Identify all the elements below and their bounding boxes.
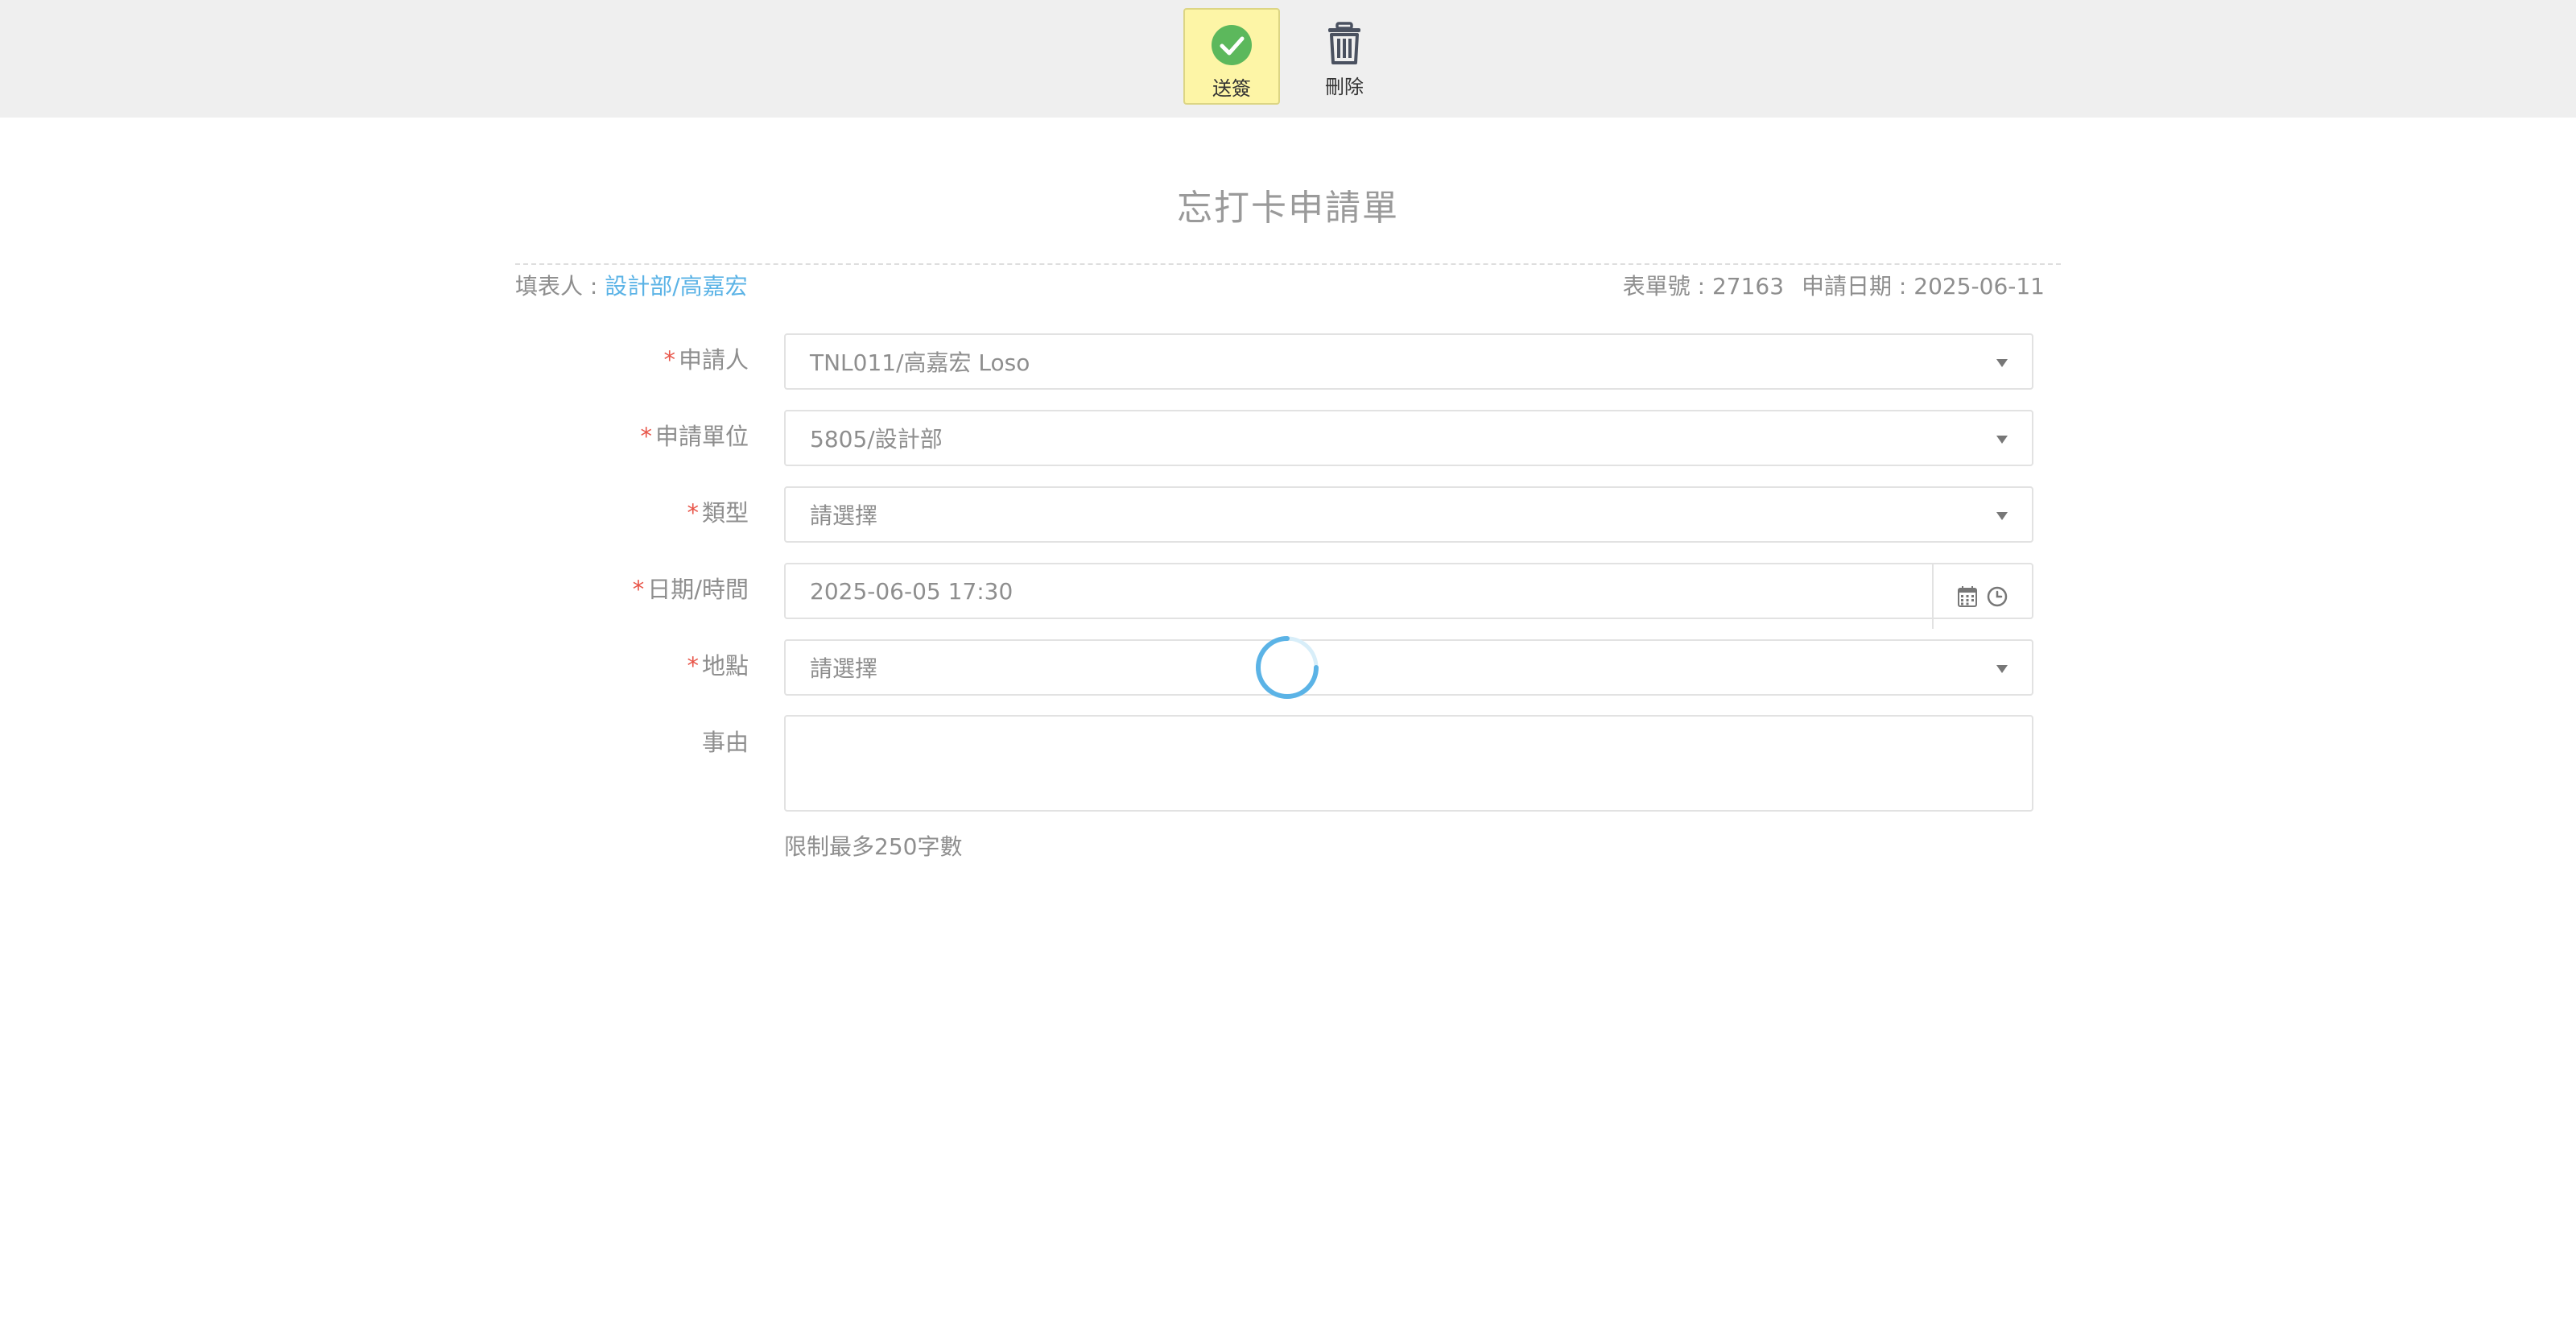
unit-value: 5805/設計部 [810, 426, 943, 452]
filler-label: 填表人 : [515, 273, 605, 300]
chevron-down-icon [1996, 359, 2008, 367]
datetime-input[interactable]: 2025-06-05 17:30 [784, 563, 2033, 629]
apply-date-value: 2025-06-11 [1913, 273, 2045, 300]
submit-button[interactable]: 送簽 [1183, 8, 1280, 105]
datetime-picker-addon[interactable] [1932, 564, 2032, 629]
apply-date-label: 申請日期 : [1802, 273, 1914, 300]
chevron-down-icon [1996, 436, 2008, 444]
required-mark: * [687, 499, 699, 527]
form-title: 忘打卡申請單 [1177, 188, 1399, 229]
form-no-value: 27163 [1711, 273, 1785, 300]
reason-textarea[interactable] [784, 715, 2033, 812]
form-meta: 表單號 : 27163 申請日期 : 2025-06-11 [1623, 269, 2045, 301]
submit-button-label: 送簽 [1212, 77, 1251, 100]
header-divider [515, 263, 2061, 265]
location-value: 請選擇 [810, 655, 878, 682]
type-label: * 類型 [687, 499, 749, 527]
location-select[interactable]: 請選擇 [784, 639, 2033, 696]
required-mark: * [663, 346, 675, 374]
reason-label: 事由 [701, 729, 749, 756]
filler-info: 填表人 : 設計部/高嘉宏 [515, 269, 748, 301]
unit-label: * 申請單位 [640, 423, 749, 450]
applicant-select[interactable]: TNL011/高嘉宏 Loso [784, 333, 2033, 390]
applicant-value: TNL011/高嘉宏 Loso [810, 349, 1030, 376]
reason-hint: 限制最多250字數 [784, 833, 963, 860]
chevron-down-icon [1996, 665, 2008, 673]
location-label: * 地點 [687, 652, 749, 680]
form-no-label: 表單號 : [1622, 273, 1712, 300]
delete-button[interactable]: 刪除 [1296, 8, 1393, 105]
type-select[interactable]: 請選擇 [784, 486, 2033, 543]
check-circle-icon [1212, 25, 1252, 65]
datetime-value: 2025-06-05 17:30 [810, 577, 1013, 605]
required-mark: * [687, 652, 699, 680]
required-mark: * [632, 576, 645, 603]
applicant-label: * 申請人 [663, 346, 749, 374]
clock-icon[interactable] [1986, 585, 2008, 608]
delete-button-label: 刪除 [1325, 76, 1364, 98]
required-mark: * [640, 423, 652, 450]
trash-icon [1328, 22, 1360, 64]
loading-spinner-icon [1256, 636, 1319, 699]
top-toolbar: 送簽 刪除 [0, 0, 2576, 118]
datetime-label: * 日期/時間 [632, 576, 749, 603]
chevron-down-icon [1996, 512, 2008, 520]
type-value: 請選擇 [810, 502, 878, 529]
filler-link[interactable]: 設計部/高嘉宏 [605, 273, 747, 300]
calendar-icon[interactable] [1957, 585, 1978, 608]
unit-select[interactable]: 5805/設計部 [784, 410, 2033, 466]
